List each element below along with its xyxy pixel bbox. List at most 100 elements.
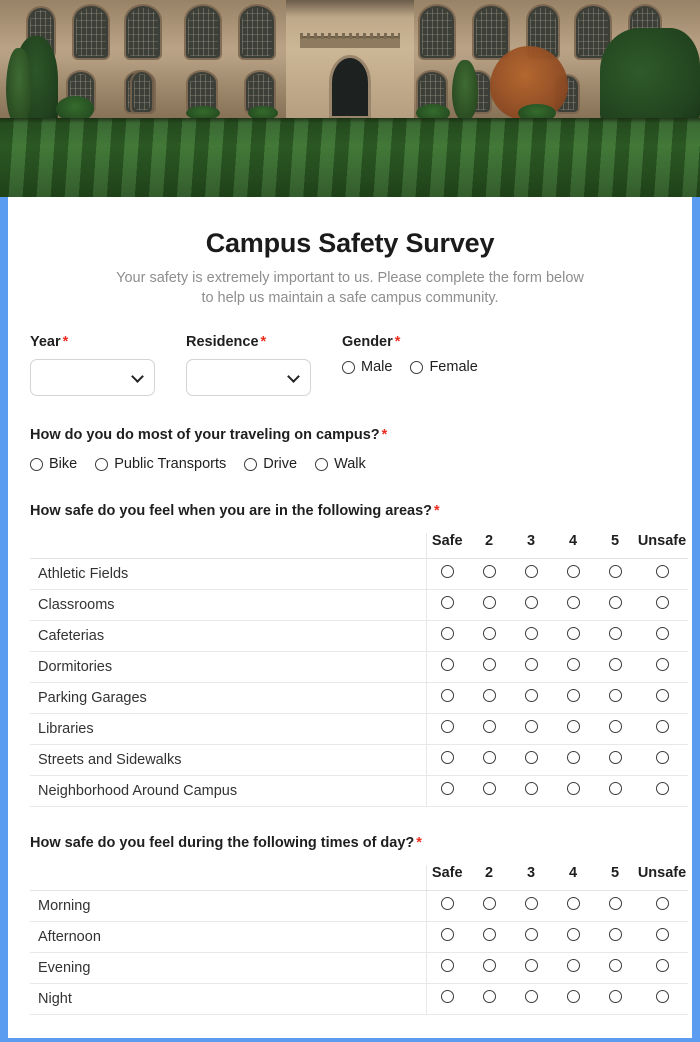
matrix-radio-cell[interactable] [636, 713, 688, 745]
matrix-radio-cell[interactable] [510, 921, 552, 953]
travel-option-drive[interactable]: Drive [244, 456, 297, 472]
radio-circle-icon[interactable] [566, 751, 580, 764]
matrix-radio-cell[interactable] [426, 952, 468, 984]
matrix-radio-cell[interactable] [426, 558, 468, 590]
radio-circle-icon[interactable] [440, 565, 454, 578]
radio-circle-icon[interactable] [524, 720, 538, 733]
matrix-radio-cell[interactable] [468, 744, 510, 776]
radio-circle-icon[interactable] [655, 990, 669, 1003]
radio-circle-icon[interactable] [524, 627, 538, 640]
matrix-radio-cell[interactable] [636, 775, 688, 807]
radio-circle-icon[interactable] [244, 457, 258, 471]
radio-circle-icon[interactable] [440, 928, 454, 941]
matrix-radio-cell[interactable] [636, 952, 688, 984]
radio-circle-icon[interactable] [524, 782, 538, 795]
matrix-radio-cell[interactable] [594, 713, 636, 745]
matrix-radio-cell[interactable] [552, 952, 594, 984]
matrix-radio-cell[interactable] [594, 952, 636, 984]
radio-circle-icon[interactable] [482, 720, 496, 733]
matrix-radio-cell[interactable] [594, 651, 636, 683]
matrix-radio-cell[interactable] [468, 983, 510, 1015]
radio-circle-icon[interactable] [566, 928, 580, 941]
radio-circle-icon[interactable] [440, 658, 454, 671]
matrix-radio-cell[interactable] [468, 651, 510, 683]
matrix-radio-cell[interactable] [552, 651, 594, 683]
radio-circle-icon[interactable] [482, 751, 496, 764]
travel-option-walk[interactable]: Walk [315, 456, 366, 472]
matrix-radio-cell[interactable] [426, 620, 468, 652]
matrix-radio-cell[interactable] [468, 620, 510, 652]
radio-circle-icon[interactable] [655, 928, 669, 941]
radio-circle-icon[interactable] [482, 897, 496, 910]
radio-circle-icon[interactable] [655, 565, 669, 578]
radio-circle-icon[interactable] [566, 689, 580, 702]
radio-circle-icon[interactable] [482, 959, 496, 972]
radio-circle-icon[interactable] [524, 928, 538, 941]
matrix-radio-cell[interactable] [594, 921, 636, 953]
radio-circle-icon[interactable] [566, 897, 580, 910]
radio-circle-icon[interactable] [440, 596, 454, 609]
matrix-radio-cell[interactable] [468, 682, 510, 714]
radio-circle-icon[interactable] [608, 627, 622, 640]
radio-circle-icon[interactable] [524, 596, 538, 609]
radio-circle-icon[interactable] [30, 457, 43, 471]
matrix-radio-cell[interactable] [426, 775, 468, 807]
matrix-radio-cell[interactable] [594, 775, 636, 807]
matrix-radio-cell[interactable] [426, 983, 468, 1015]
matrix-radio-cell[interactable] [636, 890, 688, 922]
radio-circle-icon[interactable] [440, 689, 454, 702]
radio-circle-icon[interactable] [524, 565, 538, 578]
matrix-radio-cell[interactable] [552, 921, 594, 953]
matrix-radio-cell[interactable] [636, 921, 688, 953]
matrix-radio-cell[interactable] [510, 682, 552, 714]
residence-select[interactable] [186, 359, 311, 396]
matrix-radio-cell[interactable] [636, 620, 688, 652]
gender-option-female[interactable]: Female [410, 359, 478, 375]
radio-circle-icon[interactable] [342, 360, 355, 374]
radio-circle-icon[interactable] [410, 360, 424, 374]
radio-circle-icon[interactable] [566, 720, 580, 733]
radio-circle-icon[interactable] [566, 627, 580, 640]
radio-circle-icon[interactable] [655, 627, 669, 640]
matrix-radio-cell[interactable] [426, 713, 468, 745]
radio-circle-icon[interactable] [608, 928, 622, 941]
radio-circle-icon[interactable] [524, 689, 538, 702]
radio-circle-icon[interactable] [482, 627, 496, 640]
radio-circle-icon[interactable] [566, 990, 580, 1003]
matrix-radio-cell[interactable] [594, 558, 636, 590]
radio-circle-icon[interactable] [524, 658, 538, 671]
matrix-radio-cell[interactable] [594, 589, 636, 621]
matrix-radio-cell[interactable] [552, 775, 594, 807]
matrix-radio-cell[interactable] [594, 744, 636, 776]
matrix-radio-cell[interactable] [468, 713, 510, 745]
matrix-radio-cell[interactable] [468, 952, 510, 984]
matrix-radio-cell[interactable] [426, 890, 468, 922]
radio-circle-icon[interactable] [655, 658, 669, 671]
travel-option-bike[interactable]: Bike [30, 456, 77, 472]
radio-circle-icon[interactable] [524, 990, 538, 1003]
year-select[interactable] [30, 359, 155, 396]
radio-circle-icon[interactable] [482, 689, 496, 702]
matrix-radio-cell[interactable] [468, 890, 510, 922]
radio-circle-icon[interactable] [608, 990, 622, 1003]
radio-circle-icon[interactable] [655, 720, 669, 733]
radio-circle-icon[interactable] [608, 720, 622, 733]
radio-circle-icon[interactable] [440, 959, 454, 972]
radio-circle-icon[interactable] [655, 782, 669, 795]
radio-circle-icon[interactable] [524, 959, 538, 972]
matrix-radio-cell[interactable] [594, 983, 636, 1015]
radio-circle-icon[interactable] [524, 897, 538, 910]
radio-circle-icon[interactable] [655, 751, 669, 764]
matrix-radio-cell[interactable] [510, 620, 552, 652]
radio-circle-icon[interactable] [608, 782, 622, 795]
radio-circle-icon[interactable] [440, 720, 454, 733]
matrix-radio-cell[interactable] [510, 589, 552, 621]
matrix-radio-cell[interactable] [510, 713, 552, 745]
radio-circle-icon[interactable] [608, 959, 622, 972]
radio-circle-icon[interactable] [566, 959, 580, 972]
radio-circle-icon[interactable] [566, 596, 580, 609]
radio-circle-icon[interactable] [566, 565, 580, 578]
radio-circle-icon[interactable] [655, 689, 669, 702]
radio-circle-icon[interactable] [482, 658, 496, 671]
matrix-radio-cell[interactable] [510, 952, 552, 984]
